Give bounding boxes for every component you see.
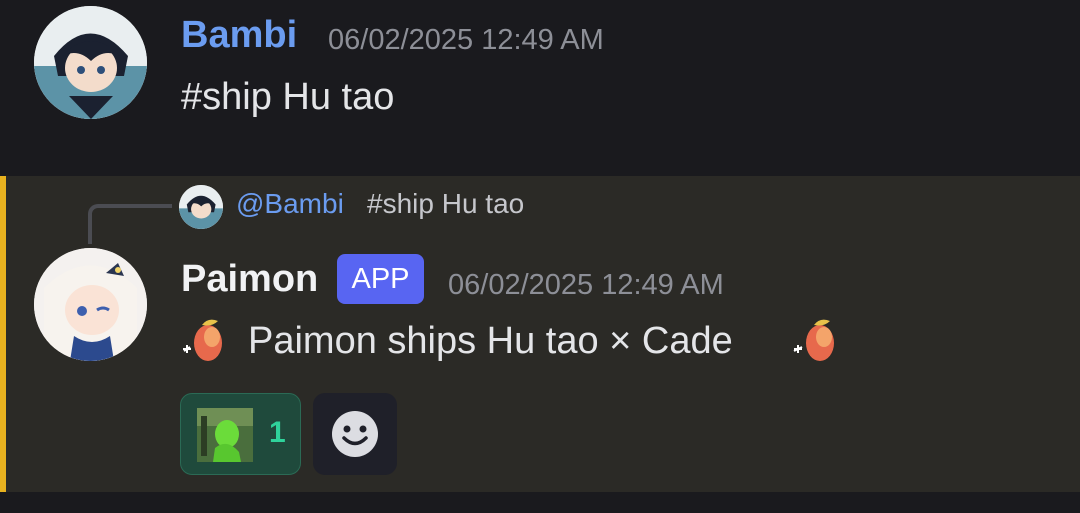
message-paimon: @Bambi #ship Hu tao Paimon APP 06/02/202… — [0, 176, 1080, 492]
peach-emoji-icon — [790, 311, 846, 367]
reply-connector — [88, 204, 172, 244]
reaction-count: 1 — [269, 416, 286, 449]
timestamp: 06/02/2025 12:49 AM — [328, 24, 604, 56]
add-reaction-icon — [332, 411, 378, 457]
reply-preview-text[interactable]: #ship Hu tao — [367, 188, 524, 220]
reaction-button[interactable]: 1 — [180, 393, 301, 475]
avatar-bambi[interactable] — [34, 6, 147, 119]
author-name[interactable]: Paimon — [181, 258, 318, 301]
highlight-bar — [0, 176, 6, 492]
reaction-emoji-icon — [197, 408, 253, 462]
peach-emoji-icon — [178, 311, 234, 367]
app-badge: APP — [337, 254, 424, 304]
message-text: #ship Hu tao — [181, 76, 395, 118]
timestamp: 06/02/2025 12:49 AM — [448, 269, 724, 301]
reply-avatar[interactable] — [179, 185, 223, 229]
reply-mention[interactable]: @Bambi — [236, 188, 344, 220]
message-list-bottom — [0, 492, 1080, 513]
message-bambi: Bambi 06/02/2025 12:49 AM #ship Hu tao — [0, 0, 1080, 176]
author-name[interactable]: Bambi — [181, 14, 297, 57]
avatar-paimon[interactable] — [34, 248, 147, 361]
add-reaction-button[interactable] — [313, 393, 397, 475]
message-text: Paimon ships Hu tao × Cade — [248, 320, 733, 362]
